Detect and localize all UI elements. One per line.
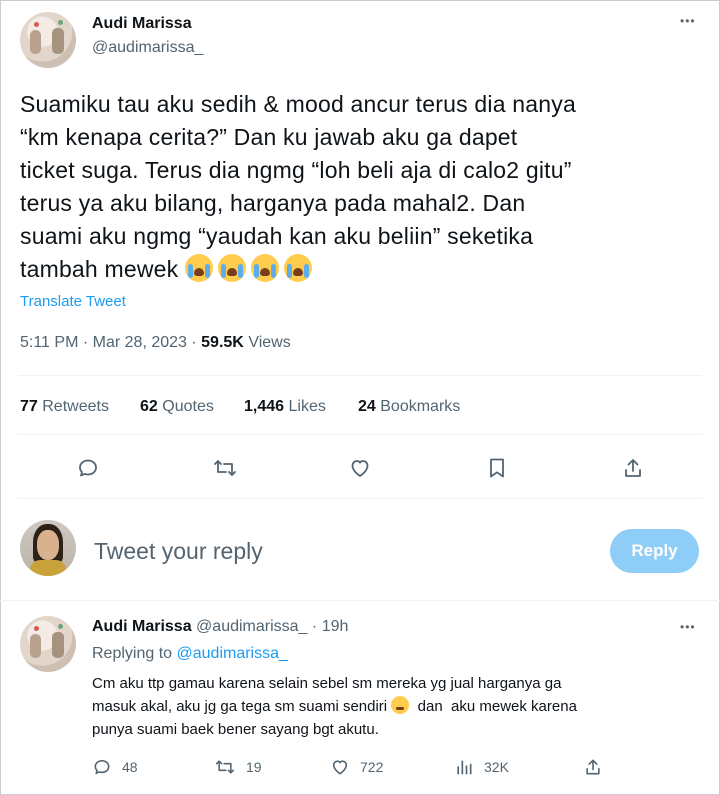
reply-action-likes[interactable]: 722 (330, 757, 383, 777)
tweet-time[interactable]: 5:11 PM (20, 334, 78, 351)
likes-count: 1,446 (244, 398, 285, 415)
bookmark-icon[interactable] (486, 456, 508, 480)
likes-label: Likes (288, 398, 326, 415)
meta-separator: · (82, 334, 89, 351)
reply-more-options-icon[interactable]: ••• (680, 620, 696, 634)
replying-to: Replying to @audimarissa_ (92, 645, 288, 663)
tweet-meta: 5:11 PM · Mar 28, 2023 · 59.5K Views (20, 334, 291, 352)
stats-bookmarks[interactable]: 24 Bookmarks (358, 398, 460, 416)
crying-face-icon (250, 254, 279, 282)
divider (18, 498, 702, 499)
reply-time[interactable]: 19h (322, 618, 349, 635)
reply-share-icon[interactable] (583, 757, 603, 777)
quotes-count: 62 (140, 398, 158, 415)
analytics-icon[interactable] (454, 757, 474, 777)
reply-action-retweets[interactable]: 19 (214, 757, 262, 777)
crying-face-icon (217, 254, 246, 282)
reply-author-handle[interactable]: @audimarissa_ (196, 618, 307, 635)
share-icon[interactable] (622, 456, 644, 480)
reply-text: Cm aku ttp gamau karena selain sebel sm … (92, 672, 702, 741)
replying-to-label: Replying to (92, 645, 173, 662)
reply-replies-count: 48 (122, 759, 138, 775)
reply-author-avatar[interactable] (20, 616, 76, 672)
retweet-icon[interactable] (212, 456, 238, 480)
views-count: 59.5K (201, 334, 244, 351)
meta-separator: · (191, 334, 197, 351)
reply-input[interactable]: Tweet your reply (94, 538, 263, 565)
bookmarks-label: Bookmarks (380, 398, 461, 415)
reply-icon[interactable] (76, 456, 100, 480)
reply-retweets-count: 19 (246, 759, 262, 775)
author-handle[interactable]: @audimarissa_ (92, 39, 203, 57)
stats-likes[interactable]: 1,446 Likes (244, 398, 326, 416)
stats-quotes[interactable]: 62 Quotes (140, 398, 214, 416)
divider (18, 434, 702, 435)
author-name[interactable]: Audi Marissa (92, 15, 192, 33)
retweets-label: Retweets (42, 398, 109, 415)
retweets-count: 77 (20, 398, 38, 415)
reply-separator: · (311, 618, 318, 635)
retweet-icon[interactable] (214, 757, 236, 777)
reply-likes-count: 722 (360, 759, 384, 775)
reply-views-count: 32K (484, 759, 509, 775)
author-avatar[interactable] (20, 12, 76, 68)
crying-face-icon (283, 254, 312, 282)
reply-icon[interactable] (92, 757, 112, 777)
replying-to-handle[interactable]: @audimarissa_ (177, 645, 288, 662)
views-label: Views (248, 334, 291, 351)
translate-tweet-link[interactable]: Translate Tweet (20, 293, 126, 310)
like-icon[interactable] (348, 456, 372, 480)
hugging-face-icon (391, 696, 410, 714)
reply-action-views[interactable]: 32K (454, 757, 509, 777)
quotes-label: Quotes (162, 398, 214, 415)
more-options-icon[interactable]: ••• (680, 14, 696, 28)
current-user-avatar[interactable] (20, 520, 76, 576)
reply-author-name[interactable]: Audi Marissa (92, 618, 192, 635)
divider (18, 375, 702, 376)
crying-face-icon (184, 254, 213, 282)
divider (0, 600, 720, 601)
reply-button[interactable]: Reply (610, 529, 699, 573)
reply-action-replies[interactable]: 48 (92, 757, 138, 777)
reply-header: Audi Marissa @audimarissa_ · 19h (92, 618, 348, 636)
tweet-text: Suamiku tau aku sedih & mood ancur terus… (20, 88, 710, 286)
tweet-date[interactable]: Mar 28, 2023 (93, 334, 187, 351)
like-icon[interactable] (330, 757, 350, 777)
stats-retweets[interactable]: 77 Retweets (20, 398, 109, 416)
bookmarks-count: 24 (358, 398, 376, 415)
